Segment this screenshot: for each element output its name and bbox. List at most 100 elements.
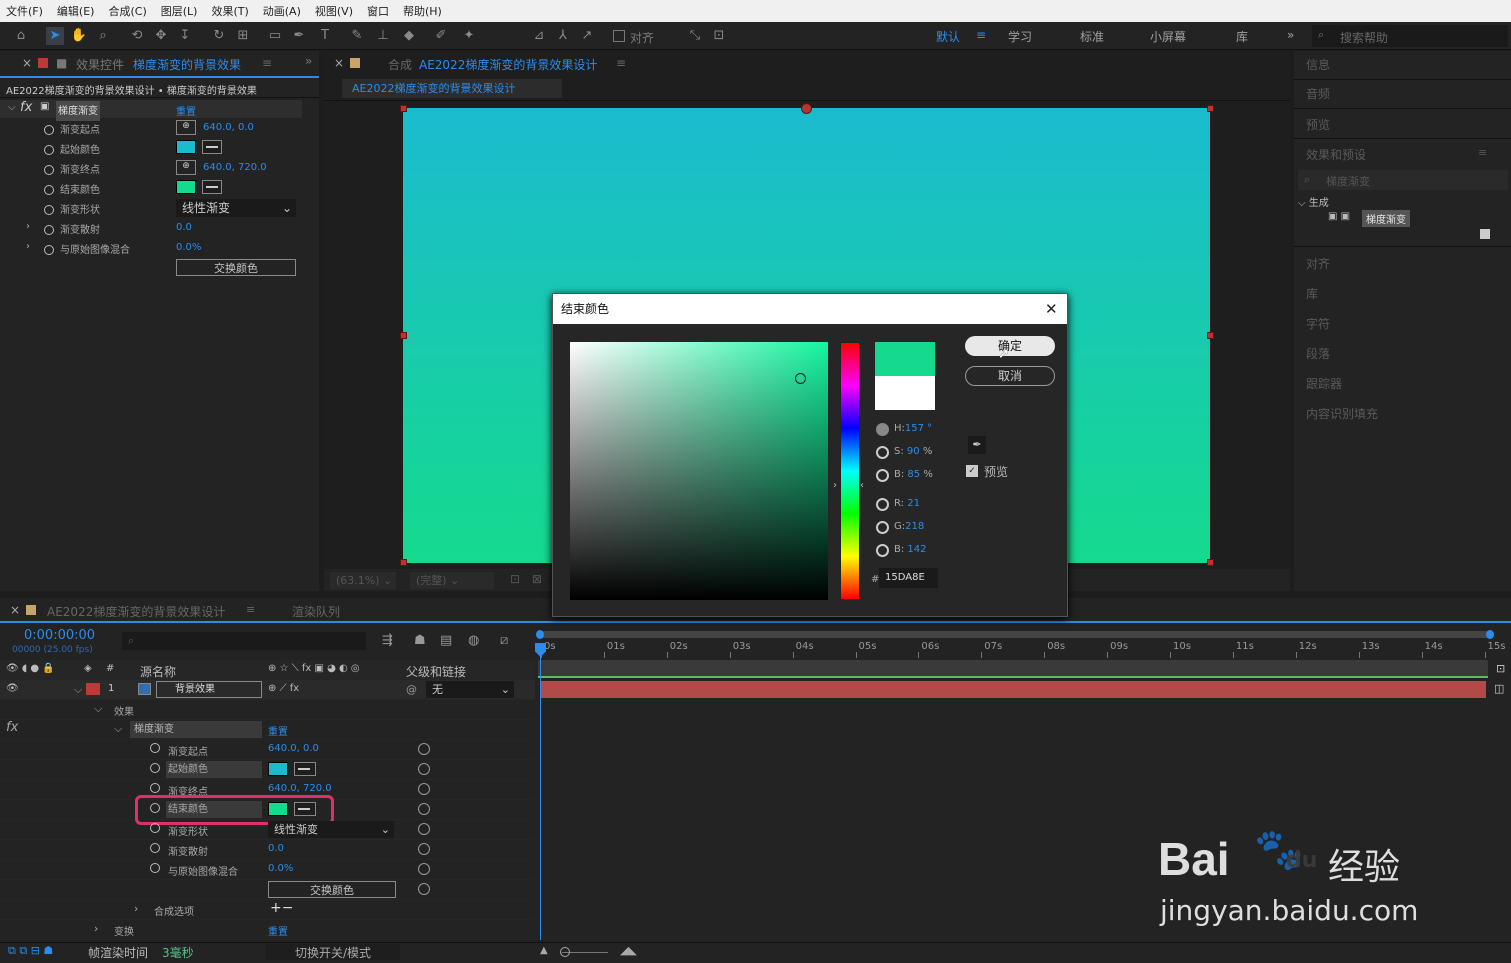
render-queue-tab[interactable]: 渲染队列 [292, 603, 340, 620]
rotate-tool-icon[interactable]: ↻ [210, 27, 228, 45]
transform-handle[interactable] [400, 559, 407, 566]
layer-switches-icons[interactable]: ⊕ ⟋ fx [268, 683, 299, 694]
transform-handle[interactable] [1207, 559, 1214, 566]
stopwatch-icon[interactable] [150, 743, 160, 753]
stopwatch-icon[interactable] [44, 245, 54, 255]
work-area-end-handle[interactable] [1486, 630, 1494, 639]
panel-character[interactable]: 字符 [1306, 315, 1330, 332]
shape-dropdown[interactable]: 线性渐变 ⌄ [176, 199, 296, 217]
collapse-chevron-icon[interactable]: ⌵ [94, 702, 102, 716]
layer-name[interactable]: 背景效果 [156, 681, 262, 698]
tree-item-gradient[interactable]: 梯度渐变 [1362, 210, 1410, 227]
transform-handle[interactable] [1207, 105, 1214, 112]
panel-libraries[interactable]: 库 [1306, 285, 1318, 302]
timeline-effect-reset[interactable]: 重置 [268, 723, 288, 738]
rectangle-tool-icon[interactable]: ▭ [266, 27, 284, 45]
b-field[interactable]: B: 85 % [894, 469, 933, 480]
grid-icon[interactable]: ⊠ [532, 572, 542, 586]
panel-paragraph[interactable]: 段落 [1306, 345, 1330, 362]
g-field[interactable]: G:218 [894, 521, 924, 532]
hue-slider-arrow-icon[interactable]: › [833, 480, 837, 491]
radio-b[interactable] [876, 469, 889, 482]
snap-icon[interactable]: ⊿ [530, 27, 548, 45]
text-tool-icon[interactable]: T [316, 27, 334, 45]
playhead[interactable] [540, 643, 541, 940]
footer-icons[interactable]: ⧉ ⧉ ⊟ ☗ [8, 944, 53, 958]
comp-tab-name[interactable]: AE2022梯度渐变的背景效果设计 [419, 56, 597, 73]
comp-flow-icon[interactable]: ⇶ [382, 633, 393, 648]
workspace-learn[interactable]: 学习 [1008, 28, 1032, 45]
expand-chevron-icon[interactable]: › [26, 241, 30, 261]
expand-chevron-icon[interactable]: › [94, 922, 98, 935]
tree-group-generate[interactable]: ⌵ 生成 [1298, 194, 1329, 209]
preview-checkbox[interactable]: ✓ [966, 465, 978, 477]
scatter-value[interactable]: 0.0 [268, 843, 284, 854]
stopwatch-icon[interactable] [44, 125, 54, 135]
dolly-tool-icon[interactable]: ↧ [176, 27, 194, 45]
radio-blue[interactable] [876, 544, 889, 557]
draft-3d-icon[interactable]: ☗ [414, 633, 426, 648]
panel-menu-icon[interactable]: ≡ [246, 603, 255, 616]
collapse-chevron-icon[interactable]: ⌵ [114, 722, 122, 736]
end-point-value[interactable]: 640.0, 720.0 [203, 162, 267, 182]
panel-tracker[interactable]: 跟踪器 [1306, 375, 1342, 392]
graph-editor-icon[interactable]: ⧄ [500, 633, 508, 648]
expression-icon[interactable] [418, 863, 430, 875]
expression-icon[interactable] [418, 743, 430, 755]
comp-sub-tab[interactable]: AE2022梯度渐变的背景效果设计 [342, 79, 562, 98]
menu-item[interactable]: 窗口 [367, 3, 389, 19]
start-point-value[interactable]: 640.0, 0.0 [203, 122, 254, 142]
zoom-tool-icon[interactable]: ⌕ [94, 27, 112, 45]
timeline-menu-icon[interactable]: ⊡ [1496, 662, 1505, 675]
selection-tool-icon[interactable]: ➤ [46, 27, 64, 45]
ok-button[interactable]: 确定 [965, 336, 1055, 356]
close-icon[interactable]: × [334, 56, 344, 70]
anchor-tool-icon[interactable]: ⊞ [234, 27, 252, 45]
stopwatch-icon[interactable] [44, 225, 54, 235]
dialog-close-icon[interactable]: ✕ [1045, 300, 1058, 318]
stopwatch-icon[interactable] [44, 205, 54, 215]
more-workspaces-icon[interactable]: » [1287, 28, 1294, 42]
collapse-chevron-icon[interactable]: ⌵ [8, 102, 16, 122]
expression-icon[interactable] [418, 763, 430, 775]
collapse-chevron-icon[interactable]: ⌵ [74, 683, 82, 697]
transform-handle[interactable] [400, 105, 407, 112]
fx-icon[interactable]: fx [20, 100, 32, 120]
motion-blur-icon[interactable]: ◍ [468, 633, 479, 648]
workspace-libraries[interactable]: 库 [1236, 28, 1248, 45]
expression-icon[interactable] [418, 883, 430, 895]
label-color-swatch[interactable] [86, 683, 100, 695]
snapshot-icon[interactable]: ⊡ [510, 572, 520, 586]
start-color-swatch[interactable] [268, 762, 288, 776]
panel-menu-icon[interactable]: ≡ [262, 56, 272, 70]
eyedropper-icon[interactable] [202, 140, 222, 154]
blue-field[interactable]: B: 142 [894, 544, 927, 555]
pick-whip-icon[interactable]: @ [406, 683, 417, 696]
radio-r[interactable] [876, 498, 889, 511]
expression-icon[interactable] [418, 843, 430, 855]
work-area-bar[interactable] [538, 631, 1492, 638]
scatter-value[interactable]: 0.0 [176, 222, 192, 242]
crosshair-icon[interactable]: ⊕ [176, 160, 196, 175]
transform-reset[interactable]: 重置 [268, 923, 288, 938]
layer-duration-bar[interactable] [540, 681, 1486, 698]
quality-dropdown[interactable]: (完整) ⌄ [410, 572, 494, 589]
workspace-standard[interactable]: 标准 [1080, 28, 1104, 45]
eraser-tool-icon[interactable]: ◆ [400, 27, 418, 45]
gradient-start-point-handle[interactable] [801, 103, 812, 114]
panel-align[interactable]: 对齐 [1306, 255, 1330, 272]
stopwatch-icon[interactable] [150, 783, 160, 793]
stopwatch-icon[interactable] [44, 165, 54, 175]
panel-audio[interactable]: 音频 [1306, 85, 1330, 102]
effect-tab-prefix[interactable]: 效果控件 [76, 56, 124, 73]
panel-expand-icon[interactable]: » [305, 54, 312, 68]
pen-tool-icon[interactable]: ✒ [290, 27, 308, 45]
toggle-switches-modes[interactable]: 切换开关/模式 [266, 944, 400, 960]
layer-search-input[interactable]: ⌕ [122, 632, 366, 650]
brush-tool-icon[interactable]: ✎ [348, 27, 366, 45]
swap-colors-button[interactable]: 交换颜色 [268, 881, 396, 898]
panel-effects-presets[interactable]: 效果和预设 [1306, 146, 1366, 163]
home-icon[interactable]: ⌂ [12, 27, 30, 45]
parent-link-header[interactable]: 父级和链接 [406, 663, 466, 680]
hex-input[interactable]: 15DA8E [879, 568, 938, 588]
